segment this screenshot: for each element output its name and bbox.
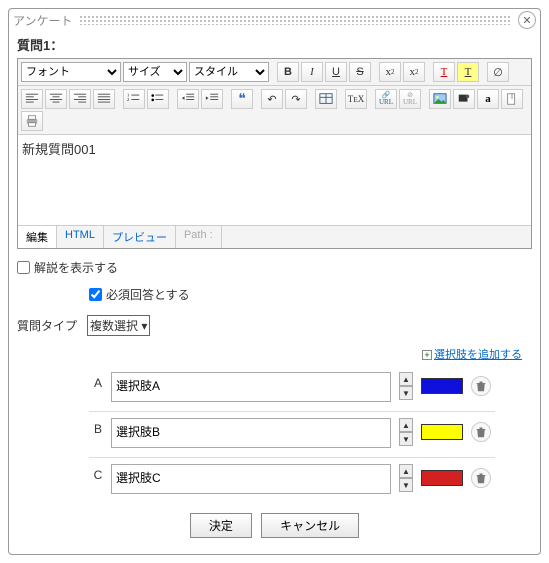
back-color-icon[interactable]: T <box>457 62 479 82</box>
image-icon[interactable] <box>429 89 451 109</box>
required-answer-checkbox[interactable] <box>89 288 102 301</box>
unlink-icon[interactable]: ⊘URL <box>399 89 421 109</box>
tex-icon[interactable]: TEX <box>345 89 367 109</box>
size-select[interactable]: サイズ <box>123 62 187 82</box>
strikethrough-icon[interactable]: S <box>349 62 371 82</box>
blockquote-icon[interactable]: ❝ <box>231 89 253 109</box>
chevron-down-icon: ▾ <box>141 319 147 333</box>
unordered-list-icon[interactable] <box>147 89 169 109</box>
show-explanation-checkbox[interactable] <box>17 261 30 274</box>
tab-html[interactable]: HTML <box>57 226 104 248</box>
style-select[interactable]: スタイル <box>189 62 269 82</box>
required-answer-label: 必須回答とする <box>106 286 190 303</box>
choice-row: A選択肢A ▲▼ <box>89 366 495 412</box>
editor-tabs: 編集 HTML プレビュー Path : <box>18 225 531 248</box>
question-label: 質問1： <box>17 35 532 54</box>
question-type-label: 質問タイプ <box>17 317 77 334</box>
question-type-select[interactable]: 複数選択 ▾ <box>87 315 150 336</box>
path-display: Path : <box>176 226 222 248</box>
dialog-body: 質問1： フォント サイズ スタイル B I U S x2 x2 T T ∅ <box>9 31 540 554</box>
choice-text-input[interactable]: 選択肢C <box>111 464 391 494</box>
choice-row: B選択肢B ▲▼ <box>89 412 495 458</box>
plus-icon: + <box>422 350 432 360</box>
outdent-icon[interactable] <box>177 89 199 109</box>
subscript-icon[interactable]: x2 <box>403 62 425 82</box>
move-down-icon[interactable]: ▼ <box>399 386 413 400</box>
color-swatch[interactable] <box>421 470 463 486</box>
question-type-row: 質問タイプ 複数選択 ▾ <box>17 315 532 336</box>
table-icon[interactable] <box>315 89 337 109</box>
choice-key: C <box>89 458 107 504</box>
move-up-icon[interactable]: ▲ <box>399 464 413 478</box>
add-choice-row: +選択肢を追加する <box>17 346 532 362</box>
ok-button[interactable]: 決定 <box>190 513 252 538</box>
underline-icon[interactable]: U <box>325 62 347 82</box>
rich-text-editor: フォント サイズ スタイル B I U S x2 x2 T T ∅ <box>17 58 532 249</box>
redo-icon[interactable]: ↷ <box>285 89 307 109</box>
question-type-value: 複数選択 <box>90 319 138 333</box>
editor-toolbar-row2: 12 ❝ ↶ ↷ TEX 🔗URL ⊘URL a <box>18 86 531 135</box>
drag-handle[interactable] <box>79 15 512 25</box>
superscript-icon[interactable]: x2 <box>379 62 401 82</box>
link-icon[interactable]: 🔗URL <box>375 89 397 109</box>
delete-choice-icon[interactable] <box>471 376 491 396</box>
editor-content[interactable]: 新規質問001 <box>18 135 531 225</box>
undo-icon[interactable]: ↶ <box>261 89 283 109</box>
close-icon[interactable]: ✕ <box>518 11 536 29</box>
color-swatch[interactable] <box>421 378 463 394</box>
italic-icon[interactable]: I <box>301 62 323 82</box>
tab-preview[interactable]: プレビュー <box>104 226 176 248</box>
dialog-footer: 決定 キャンセル <box>17 503 532 544</box>
tab-edit[interactable]: 編集 <box>18 226 57 248</box>
amazon-icon[interactable]: a <box>477 89 499 109</box>
attachment-icon[interactable] <box>501 89 523 109</box>
choices-table: A選択肢A▲▼B選択肢B▲▼C選択肢C▲▼ <box>89 366 495 503</box>
cancel-button[interactable]: キャンセル <box>261 513 359 538</box>
align-left-icon[interactable] <box>21 89 43 109</box>
delete-choice-icon[interactable] <box>471 422 491 442</box>
show-explanation-label: 解説を表示する <box>34 259 118 276</box>
choice-row: C選択肢C ▲▼ <box>89 458 495 504</box>
choice-text-input[interactable]: 選択肢B <box>111 418 391 448</box>
font-select[interactable]: フォント <box>21 62 121 82</box>
align-right-icon[interactable] <box>69 89 91 109</box>
delete-choice-icon[interactable] <box>471 468 491 488</box>
bold-icon[interactable]: B <box>277 62 299 82</box>
move-down-icon[interactable]: ▼ <box>399 478 413 492</box>
dialog-title: アンケート <box>13 12 73 29</box>
align-center-icon[interactable] <box>45 89 67 109</box>
choice-key: B <box>89 412 107 458</box>
editor-toolbar-row1: フォント サイズ スタイル B I U S x2 x2 T T ∅ <box>18 59 531 86</box>
dialog-header: アンケート ✕ <box>9 9 540 31</box>
remove-format-icon[interactable]: ∅ <box>487 62 509 82</box>
indent-icon[interactable] <box>201 89 223 109</box>
color-swatch[interactable] <box>421 424 463 440</box>
media-icon[interactable] <box>453 89 475 109</box>
svg-text:2: 2 <box>127 97 129 102</box>
ordered-list-icon[interactable]: 12 <box>123 89 145 109</box>
choice-key: A <box>89 366 107 412</box>
add-choice-link[interactable]: 選択肢を追加する <box>434 349 522 361</box>
required-answer-row: 必須回答とする <box>89 286 532 303</box>
choice-text-input[interactable]: 選択肢A <box>111 372 391 402</box>
fore-color-icon[interactable]: T <box>433 62 455 82</box>
move-up-icon[interactable]: ▲ <box>399 418 413 432</box>
align-justify-icon[interactable] <box>93 89 115 109</box>
show-explanation-row: 解説を表示する <box>17 259 532 276</box>
move-up-icon[interactable]: ▲ <box>399 372 413 386</box>
move-down-icon[interactable]: ▼ <box>399 432 413 446</box>
print-icon[interactable] <box>21 111 43 131</box>
survey-dialog: アンケート ✕ 質問1： フォント サイズ スタイル B I U S x2 x2… <box>8 8 541 555</box>
